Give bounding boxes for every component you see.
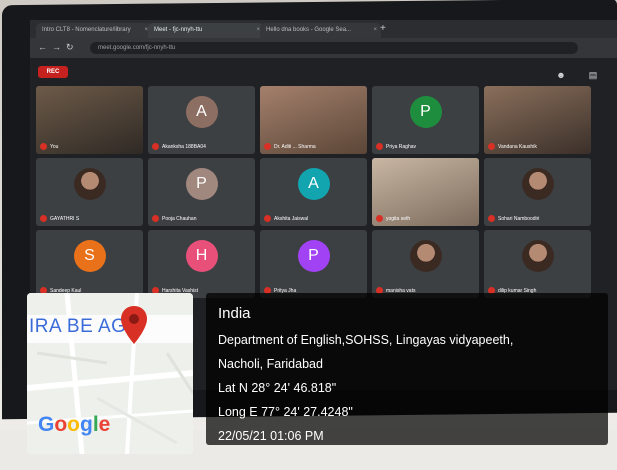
avatar: P bbox=[185, 167, 218, 200]
participant-name-text: yogita seth bbox=[386, 215, 411, 222]
mic-off-icon bbox=[376, 215, 383, 222]
google-logo: Google bbox=[38, 413, 110, 437]
avatar: H bbox=[185, 239, 218, 272]
participant-tile[interactable]: manisha vats bbox=[372, 230, 479, 298]
country-label: India bbox=[218, 305, 251, 322]
participant-name-text: Vandana Kaushik bbox=[498, 143, 537, 150]
participant-tile[interactable]: Sohari Namboodiri bbox=[484, 158, 591, 226]
participant-tile[interactable]: Vandana Kaushik bbox=[484, 86, 591, 154]
forward-arrow-icon[interactable]: → bbox=[52, 42, 61, 52]
mic-off-icon bbox=[488, 143, 495, 150]
participant-name: Pooja Chauhan bbox=[152, 215, 196, 222]
participant-name: Akshita Jaiswal bbox=[264, 215, 308, 222]
mic-off-icon bbox=[488, 215, 495, 222]
google-logo-letter: o bbox=[67, 413, 80, 436]
participant-tile[interactable]: yogita seth bbox=[372, 158, 479, 226]
photo-scene: Intro CLT8 - Nomenclature/library × Meet… bbox=[0, 0, 617, 470]
avatar-photo bbox=[73, 167, 106, 200]
datetime-label: 22/05/21 01:06 PM bbox=[218, 429, 324, 443]
browser-tab-bar: Intro CLT8 - Nomenclature/library × Meet… bbox=[30, 20, 617, 38]
participant-tile[interactable]: A Akshita Jaiswal bbox=[260, 158, 367, 226]
reload-icon[interactable]: ↻ bbox=[66, 42, 74, 53]
avatar: S bbox=[73, 239, 106, 272]
tab-label: Meet - fjc-nnyh-ttu bbox=[154, 27, 203, 33]
google-logo-letter: e bbox=[98, 413, 111, 436]
participant-name: Sohari Namboodiri bbox=[488, 215, 539, 222]
avatar-photo bbox=[409, 239, 442, 272]
participant-name-text: Pooja Chauhan bbox=[162, 215, 197, 222]
participant-name-text: Sohari Namboodiri bbox=[498, 215, 540, 222]
participant-tile[interactable]: H Harshita Vashist bbox=[148, 230, 255, 298]
participant-name: Akanksha 188BA04 bbox=[152, 143, 206, 150]
participant-name-text: GAYATHRI S bbox=[50, 215, 80, 222]
geotag-info-panel: India Department of English,SOHSS, Linga… bbox=[206, 293, 608, 445]
browser-address-bar: ← → ↻ meet.google.com/fjc-nnyh-ttu bbox=[30, 38, 617, 58]
back-arrow-icon[interactable]: ← bbox=[38, 42, 47, 52]
participant-name-text: Priya Raghav bbox=[386, 143, 417, 150]
avatar: P bbox=[297, 239, 330, 272]
chat-icon[interactable]: ▤ bbox=[582, 68, 604, 82]
participant-name-text: Dr. Aditi ... Sharma bbox=[274, 143, 316, 150]
participant-tile[interactable]: dilip kumar Singh bbox=[484, 230, 591, 298]
participant-tile[interactable]: Dr. Aditi ... Sharma bbox=[260, 86, 367, 154]
participant-tile[interactable]: A Akanksha 188BA04 bbox=[148, 86, 255, 154]
url-field[interactable]: meet.google.com/fjc-nnyh-ttu bbox=[90, 42, 578, 54]
mic-off-icon bbox=[152, 215, 159, 222]
mic-off-icon bbox=[376, 143, 383, 150]
participant-name: GAYATHRI S bbox=[40, 215, 79, 222]
participant-tile[interactable]: GAYATHRI S bbox=[36, 158, 143, 226]
participant-name: Dr. Aditi ... Sharma bbox=[264, 143, 316, 150]
map-pin-icon bbox=[121, 306, 147, 344]
close-icon[interactable]: × bbox=[373, 23, 377, 38]
latitude-label: Lat N 28° 24' 46.818" bbox=[218, 381, 337, 395]
longitude-label: Long E 77° 24' 27.4248" bbox=[218, 405, 353, 419]
participant-name-text: You bbox=[50, 143, 59, 150]
avatar: P bbox=[409, 95, 442, 128]
avatar-photo bbox=[521, 167, 554, 200]
participant-name: yogita seth bbox=[376, 215, 410, 222]
avatar: A bbox=[185, 95, 218, 128]
map-thumbnail: IRA BE AGE Google bbox=[27, 293, 193, 454]
browser-tab-library[interactable]: Intro CLT8 - Nomenclature/library × bbox=[36, 23, 152, 38]
recording-badge: REC bbox=[38, 66, 68, 78]
plus-icon[interactable]: + bbox=[380, 23, 392, 35]
browser-tab-search[interactable]: Hello dna books - Google Sea... × bbox=[260, 23, 381, 38]
participant-tile[interactable]: P Pritya Jha bbox=[260, 230, 367, 298]
google-logo-letter: g bbox=[80, 413, 93, 436]
participant-tile[interactable]: P Pooja Chauhan bbox=[148, 158, 255, 226]
participant-tile[interactable]: P Priya Raghav bbox=[372, 86, 479, 154]
tab-label: Intro CLT8 - Nomenclature/library bbox=[42, 27, 131, 33]
google-logo-letter: G bbox=[38, 413, 55, 436]
participant-name-text: Akanksha 188BA04 bbox=[162, 143, 206, 150]
avatar-photo bbox=[521, 239, 554, 272]
browser-tab-meet[interactable]: Meet - fjc-nnyh-ttu × bbox=[148, 23, 264, 38]
address-line-2: Nacholi, Faridabad bbox=[218, 357, 323, 371]
participant-name: You bbox=[40, 143, 58, 150]
avatar: A bbox=[297, 167, 330, 200]
participant-name: Priya Raghav bbox=[376, 143, 416, 150]
participant-name: Vandana Kaushik bbox=[488, 143, 537, 150]
address-line-1: Department of English,SOHSS, Lingayas vi… bbox=[218, 333, 514, 347]
people-icon[interactable]: ☻ bbox=[550, 68, 572, 82]
mic-off-icon bbox=[152, 143, 159, 150]
mic-off-icon bbox=[40, 143, 47, 150]
participant-tile[interactable]: You bbox=[36, 86, 143, 154]
mic-off-icon bbox=[264, 215, 271, 222]
google-logo-letter: o bbox=[54, 413, 68, 436]
participant-name-text: Akshita Jaiswal bbox=[274, 215, 309, 222]
tab-label: Hello dna books - Google Sea... bbox=[266, 27, 352, 33]
mic-off-icon bbox=[264, 143, 271, 150]
mic-off-icon bbox=[40, 215, 47, 222]
participant-tile[interactable]: S Sandeep Kaul bbox=[36, 230, 143, 298]
